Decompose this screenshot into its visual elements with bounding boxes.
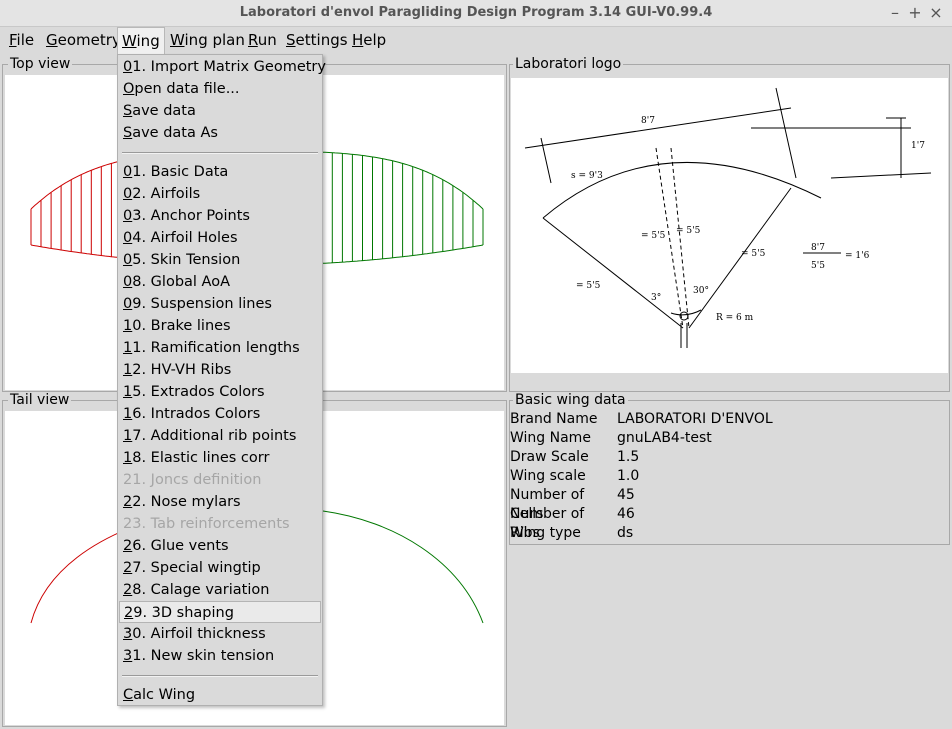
wing-menu-item[interactable]: 22. Nose mylars xyxy=(119,491,321,513)
wing-menu-item[interactable]: 10. Brake lines xyxy=(119,315,321,337)
wing-menu-item[interactable]: 09. Suspension lines xyxy=(119,293,321,315)
title-bar: Laboratori d'envol Paragliding Design Pr… xyxy=(0,0,952,27)
minimize-icon[interactable]: – xyxy=(885,3,905,23)
wing-menu-item[interactable]: 03. Anchor Points xyxy=(119,205,321,227)
basic-data-value: 1.0 xyxy=(617,468,640,484)
logo-c2: = 5'5 xyxy=(676,226,701,236)
logo-c1: = 5'5 xyxy=(641,231,666,241)
basic-data-value: 1.5 xyxy=(617,449,640,465)
basic-data-key: Wing Name xyxy=(510,430,591,446)
menu-wing[interactable]: Wing xyxy=(117,27,165,55)
logo-ratio-res: = 1'6 xyxy=(845,251,870,261)
menu-separator xyxy=(122,152,318,154)
close-icon[interactable]: × xyxy=(926,3,946,23)
wing-menu-item[interactable]: 04. Airfoil Holes xyxy=(119,227,321,249)
wing-menu-item[interactable]: Save data xyxy=(119,100,321,122)
wing-menu-item[interactable]: 02. Airfoils xyxy=(119,183,321,205)
logo-angle-1: 3° xyxy=(651,293,661,303)
wing-menu-item[interactable]: 28. Calage variation xyxy=(119,579,321,601)
wing-menu-item[interactable]: 18. Elastic lines corr xyxy=(119,447,321,469)
basic-data-key: Wing scale xyxy=(510,468,586,484)
wing-menu-item[interactable]: 16. Intrados Colors xyxy=(119,403,321,425)
wing-menu-item[interactable]: 05. Skin Tension xyxy=(119,249,321,271)
wing-menu-item: 23. Tab reinforcements xyxy=(123,516,290,532)
wing-menu-item[interactable]: Open data file... xyxy=(119,78,321,100)
logo-panel: 8'7 1'7 s = 9'3 = 5'5 = 5'5 = 5'5 = 5'5 … xyxy=(509,64,950,392)
menu-file[interactable]: File xyxy=(5,27,38,55)
logo-arc: s = 9'3 xyxy=(571,171,603,181)
menu-settings[interactable]: Settings xyxy=(282,27,352,55)
menu-run[interactable]: Run xyxy=(244,27,281,55)
wing-menu-dropdown: 01. Import Matrix Geometry Open data file… xyxy=(117,54,326,706)
logo-ratio-bot: 5'5 xyxy=(811,261,825,271)
basic-data-value: gnuLAB4-test xyxy=(617,430,712,446)
wing-menu-item: 21. Joncs definition xyxy=(123,472,262,488)
wing-menu-item[interactable]: 08. Global AoA xyxy=(119,271,321,293)
menu-help[interactable]: Help xyxy=(348,27,390,55)
window-title: Laboratori d'envol Paragliding Design Pr… xyxy=(239,5,713,20)
wing-menu-item[interactable]: Calc Wing xyxy=(119,684,321,706)
wing-menu-item[interactable]: 30. Airfoil thickness xyxy=(119,623,321,645)
logo-line-left: = 5'5 xyxy=(576,281,601,291)
wing-menu-item[interactable]: 26. Glue vents xyxy=(119,535,321,557)
logo-angle-2: 30° xyxy=(693,286,709,296)
logo-radius: R = 6 m xyxy=(716,313,754,323)
wing-menu-item[interactable]: 17. Additional rib points xyxy=(119,425,321,447)
logo-canvas: 8'7 1'7 s = 9'3 = 5'5 = 5'5 = 5'5 = 5'5 … xyxy=(511,78,948,373)
basic-data-value: LABORATORI D'ENVOL xyxy=(617,411,773,427)
wing-menu-item[interactable]: 12. HV-VH Ribs xyxy=(119,359,321,381)
basic-data-value: ds xyxy=(617,525,634,541)
laboratori-logo: 8'7 1'7 s = 9'3 = 5'5 = 5'5 = 5'5 = 5'5 … xyxy=(524,87,932,348)
wing-menu-item[interactable]: 01. Basic Data xyxy=(119,161,321,183)
wing-menu-item[interactable]: 29. 3D shaping xyxy=(119,601,321,623)
basic-data-value: 46 xyxy=(617,506,635,522)
basic-data-title: Basic wing data xyxy=(513,392,628,408)
logo-height: 1'7 xyxy=(911,141,925,151)
logo-ratio-top: 8'7 xyxy=(811,243,825,253)
tail-view-title: Tail view xyxy=(8,392,72,408)
wing-menu-item[interactable]: 01. Import Matrix Geometry xyxy=(119,56,326,78)
logo-line-right: = 5'5 xyxy=(741,249,766,259)
basic-data-value: 45 xyxy=(617,487,635,503)
menu-geometry[interactable]: Geometry xyxy=(42,27,125,55)
wing-menu-item[interactable]: 11. Ramification lengths xyxy=(119,337,321,359)
top-view-title: Top view xyxy=(8,56,73,72)
logo-title: Laboratori logo xyxy=(513,56,624,72)
wing-menu-item[interactable]: 31. New skin tension xyxy=(119,645,321,667)
wing-menu-item[interactable]: 15. Extrados Colors xyxy=(119,381,321,403)
logo-span: 8'7 xyxy=(641,116,655,126)
tail-right-curve xyxy=(322,510,484,624)
basic-data-key: Wing type xyxy=(510,525,581,541)
wing-menu-item[interactable]: Save data As xyxy=(119,122,321,144)
menu-bar: File Geometry Wing Wing plan Run Setting… xyxy=(0,27,952,55)
maximize-icon[interactable]: + xyxy=(905,3,925,23)
basic-data-key: Draw Scale xyxy=(510,449,589,465)
menu-wing-plan[interactable]: Wing plan xyxy=(166,27,249,55)
menu-separator xyxy=(122,675,318,677)
wing-menu-item[interactable]: 27. Special wingtip xyxy=(119,557,321,579)
basic-data-key: Brand Name xyxy=(510,411,598,427)
